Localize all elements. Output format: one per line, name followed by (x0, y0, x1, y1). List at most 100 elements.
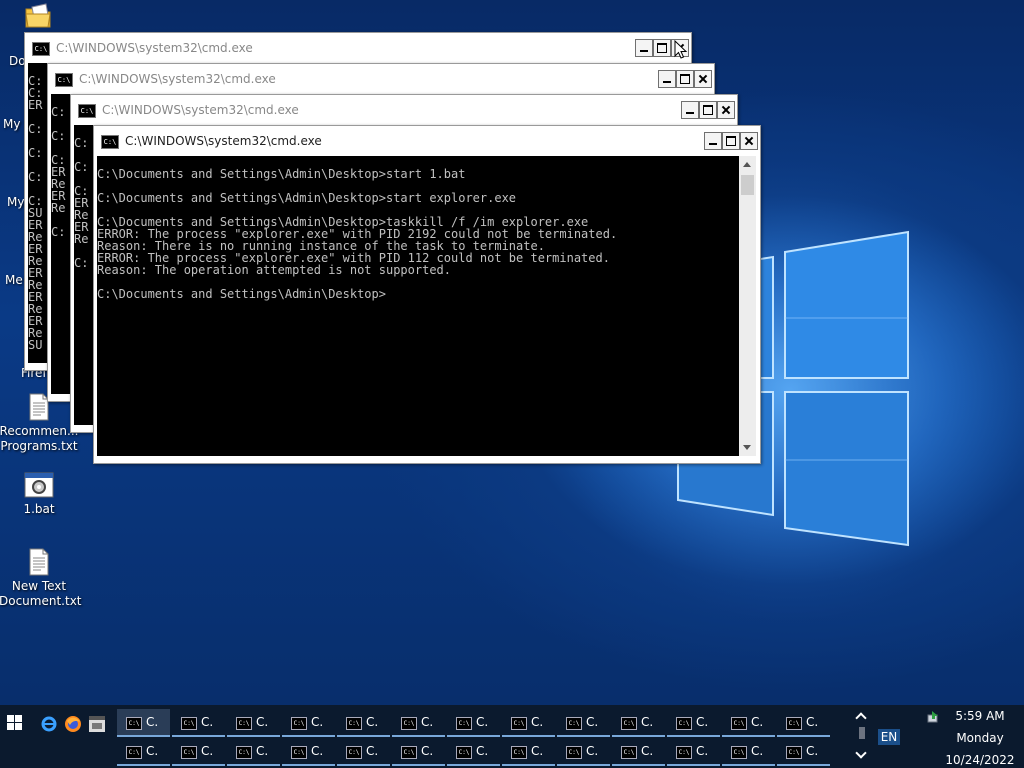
taskbar-scroll-thumb[interactable] (859, 727, 865, 739)
minimize-button[interactable] (681, 101, 699, 119)
language-indicator[interactable]: EN (878, 729, 900, 745)
window-titlebar[interactable]: C:\ C:\WINDOWS\system32\cmd.exe (48, 64, 714, 94)
taskbar-button-label: C. (751, 715, 764, 729)
taskbar-button-cmd[interactable]: C:\ C. (612, 709, 665, 737)
window-titlebar[interactable]: C:\ C:\WINDOWS\system32\cmd.exe (25, 33, 691, 63)
taskbar-button-label: C. (366, 715, 379, 729)
console-line: C:\Documents and Settings\Admin\Desktop> (97, 287, 386, 301)
maximize-button[interactable] (699, 101, 717, 119)
console-icon: C:\ (291, 746, 307, 759)
windows-start-icon[interactable] (0, 705, 30, 741)
clock-date[interactable]: 10/24/2022 (936, 753, 1024, 767)
console-icon: C:\ (786, 717, 802, 730)
console-icon: C:\ (401, 746, 417, 759)
scroll-down-arrow[interactable] (739, 439, 756, 456)
desktop-icon-label-partial[interactable]: My (7, 195, 24, 209)
maximize-button[interactable] (676, 70, 694, 88)
taskbar-button-label: C. (201, 744, 214, 758)
taskbar-scroll[interactable] (853, 709, 871, 765)
taskbar-button-label: C. (531, 744, 544, 758)
taskbar-button-cmd[interactable]: C:\ C. (777, 738, 830, 766)
taskbar-button-cmd[interactable]: C:\ C. (282, 738, 335, 766)
taskbar-button-label: C. (201, 715, 214, 729)
close-button[interactable] (694, 70, 712, 88)
internet-explorer-icon[interactable] (40, 715, 58, 733)
taskbar-button-cmd[interactable]: C:\ C. (227, 738, 280, 766)
taskbar-button-label: C. (751, 744, 764, 758)
media-player-icon[interactable] (88, 715, 106, 733)
minimize-button[interactable] (635, 39, 653, 57)
console-icon: C:\ (731, 717, 747, 730)
taskbar-button-label: C. (696, 744, 709, 758)
taskbar-button-label: C. (146, 744, 159, 758)
taskbar-button-cmd[interactable]: C:\ C. (667, 738, 720, 766)
taskbar-button-cmd[interactable]: C:\ C. (722, 738, 775, 766)
cmd-window-active[interactable]: C:\ C:\WINDOWS\system32\cmd.exe C:\Docum… (93, 125, 761, 464)
window-title: C:\WINDOWS\system32\cmd.exe (102, 103, 299, 117)
taskbar-button-cmd[interactable]: C:\ C. (447, 738, 500, 766)
scroll-up-arrow[interactable] (739, 156, 756, 173)
taskbar-button-cmd[interactable]: C:\ C. (392, 709, 445, 737)
taskbar-button-cmd[interactable]: C:\ C. (557, 709, 610, 737)
desktop-icon-label: Recommen... Programs.txt (0, 424, 79, 453)
taskbar-button-label: C. (531, 715, 544, 729)
desktop-icon-new-text-document[interactable]: New Text Document.txt (0, 548, 82, 609)
taskbar-button-label: C. (586, 715, 599, 729)
console-icon: C:\ (126, 746, 142, 759)
taskbar-button-label: C. (421, 715, 434, 729)
taskbar-button-cmd[interactable]: C:\ C. (337, 738, 390, 766)
taskbar-button-cmd[interactable]: C:\ C. (392, 738, 445, 766)
taskbar-button-label: C. (696, 715, 709, 729)
taskbar-button-cmd[interactable]: C:\ C. (117, 709, 170, 737)
maximize-button[interactable] (653, 39, 671, 57)
close-button[interactable] (740, 132, 758, 150)
maximize-button[interactable] (722, 132, 740, 150)
taskbar-button-cmd[interactable]: C:\ C. (722, 709, 775, 737)
window-titlebar[interactable]: C:\ C:\WINDOWS\system32\cmd.exe (94, 126, 760, 156)
batch-file-icon (24, 472, 54, 498)
minimize-button[interactable] (658, 70, 676, 88)
desktop-icon-1-bat[interactable]: 1.bat (0, 471, 79, 517)
chevron-up-icon[interactable] (856, 711, 868, 723)
console-icon: C:\ (236, 746, 252, 759)
taskbar-button-cmd[interactable]: C:\ C. (612, 738, 665, 766)
taskbar-button-cmd[interactable]: C:\ C. (502, 738, 555, 766)
console-output[interactable]: C:\Documents and Settings\Admin\Desktop>… (97, 156, 740, 456)
taskbar-button-cmd[interactable]: C:\ C. (667, 709, 720, 737)
taskbar-button-cmd[interactable]: C:\ C. (172, 709, 225, 737)
chevron-down-icon[interactable] (856, 749, 868, 761)
desktop-icon-label-partial[interactable]: Me (5, 273, 23, 287)
taskbar-button-cmd[interactable]: C:\ C. (777, 709, 830, 737)
desktop-icon-recommended-programs[interactable]: Recommen... Programs.txt (0, 393, 79, 454)
vertical-scrollbar[interactable] (739, 156, 756, 456)
clock-time[interactable]: 5:59 AM (936, 709, 1024, 723)
taskbar-button-label: C. (476, 715, 489, 729)
taskbar-button-cmd[interactable]: C:\ C. (557, 738, 610, 766)
close-button[interactable] (717, 101, 735, 119)
window-titlebar[interactable]: C:\ C:\WINDOWS\system32\cmd.exe (71, 95, 737, 125)
taskbar-button-label: C. (641, 715, 654, 729)
console-icon: C:\ (566, 717, 582, 730)
taskbar-button-cmd[interactable]: C:\ C. (172, 738, 225, 766)
console-icon: C:\ (181, 746, 197, 759)
taskbar-button-cmd[interactable]: C:\ C. (117, 738, 170, 766)
taskbar: C:\ C. C:\ C. C:\ C. C:\ C. C:\ C. C:\ C. C:\ C. C:\ C.… (0, 705, 1024, 768)
taskbar-button-cmd[interactable]: C:\ C. (447, 709, 500, 737)
window-title: C:\WINDOWS\system32\cmd.exe (56, 41, 253, 55)
taskbar-button-cmd[interactable]: C:\ C. (337, 709, 390, 737)
console-line: Reason: The operation attempted is not s… (97, 263, 452, 277)
window-title: C:\WINDOWS\system32\cmd.exe (125, 134, 322, 148)
clock-day[interactable]: Monday (936, 731, 1024, 745)
console-icon: C:\ (456, 717, 472, 730)
console-icon: C:\ (456, 746, 472, 759)
taskbar-button-label: C. (311, 744, 324, 758)
firefox-icon[interactable] (64, 715, 82, 733)
taskbar-button-cmd[interactable]: C:\ C. (227, 709, 280, 737)
minimize-button[interactable] (704, 132, 722, 150)
taskbar-button-cmd[interactable]: C:\ C. (282, 709, 335, 737)
desktop-icon-label-partial[interactable]: My (3, 117, 20, 131)
folder-icon[interactable] (24, 3, 52, 29)
taskbar-button-cmd[interactable]: C:\ C. (502, 709, 555, 737)
taskbar-button-label: C. (256, 715, 269, 729)
scrollbar-thumb[interactable] (741, 175, 754, 195)
